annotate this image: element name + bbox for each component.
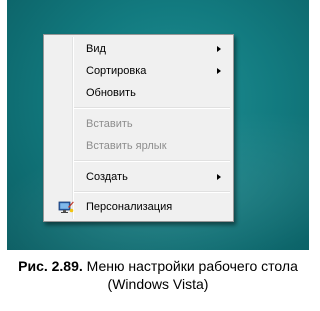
menu-item-paste-shortcut: Вставить ярлык bbox=[46, 135, 231, 157]
menu-item-label: Обновить bbox=[86, 87, 136, 99]
caption-line-1: Рис. 2.89. Меню настройки рабочего стола bbox=[0, 257, 316, 275]
caption-text: Меню настройки рабочего стола bbox=[82, 258, 298, 274]
menu-item-personalize[interactable]: Персонализация bbox=[46, 196, 231, 218]
desktop-background[interactable]: Вид Сортировка Обновить Вставить Вставит… bbox=[7, 0, 309, 250]
personalize-icon bbox=[58, 201, 74, 213]
menu-item-sort[interactable]: Сортировка bbox=[46, 60, 231, 82]
menu-item-label: Вставить ярлык bbox=[86, 140, 167, 152]
menu-item-label: Создать bbox=[86, 171, 128, 183]
submenu-arrow-icon bbox=[217, 46, 221, 52]
menu-separator bbox=[74, 160, 230, 162]
desktop-context-menu: Вид Сортировка Обновить Вставить Вставит… bbox=[43, 34, 234, 222]
menu-item-label: Вставить bbox=[86, 118, 133, 130]
menu-item-label: Персонализация bbox=[86, 201, 173, 213]
figure: Вид Сортировка Обновить Вставить Вставит… bbox=[0, 0, 316, 311]
submenu-arrow-icon bbox=[217, 68, 221, 74]
menu-item-new[interactable]: Создать bbox=[46, 166, 231, 188]
menu-separator bbox=[74, 191, 230, 193]
submenu-arrow-icon bbox=[217, 174, 221, 180]
menu-item-paste: Вставить bbox=[46, 113, 231, 135]
menu-item-refresh[interactable]: Обновить bbox=[46, 82, 231, 104]
figure-caption: Рис. 2.89. Меню настройки рабочего стола… bbox=[0, 257, 316, 293]
menu-item-label: Вид bbox=[86, 43, 106, 55]
menu-item-label: Сортировка bbox=[86, 65, 147, 77]
menu-separator bbox=[74, 107, 230, 109]
menu-item-view[interactable]: Вид bbox=[46, 38, 231, 60]
figure-number: Рис. 2.89. bbox=[18, 258, 83, 274]
caption-line-2: (Windows Vista) bbox=[107, 276, 209, 292]
